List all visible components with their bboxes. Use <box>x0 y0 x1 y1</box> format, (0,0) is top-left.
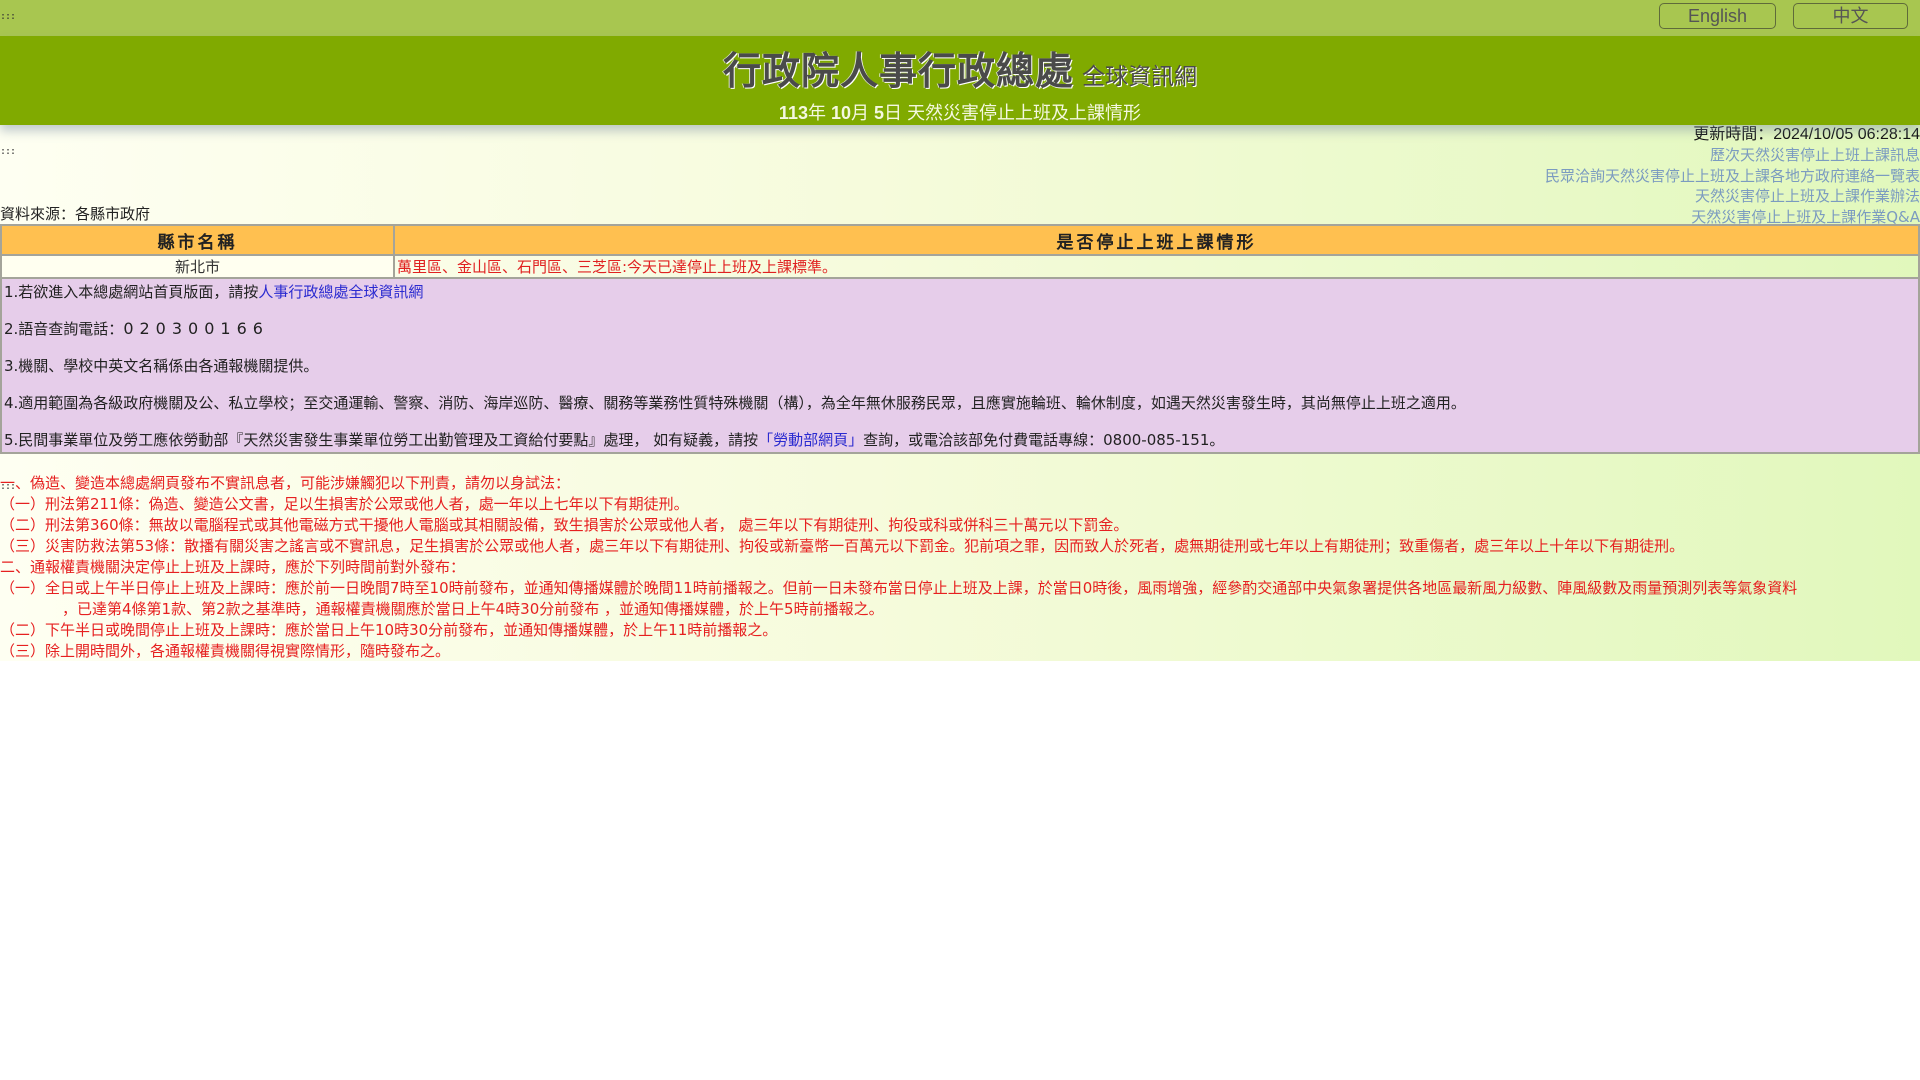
site-title[interactable]: 行政院人事行政總處 全球資訊網 <box>0 40 1920 95</box>
date-caption: 天然災害停止上班及上課情形 <box>907 103 1142 123</box>
note-5-text: 5.民間事業單位及勞工應依勞動部『天然災害發生事業單位勞工出勤管理及工資給付要點… <box>4 431 759 449</box>
notes-row: 1.若欲進入本總處網站首頁版面，請按人事行政總處全球資訊網 2.語音查詢電話：0… <box>0 277 1920 454</box>
data-source: 資料來源：各縣市政府 <box>0 205 151 223</box>
voice-phone-number: 020300166 <box>123 319 269 338</box>
link-history[interactable]: 歷次天然災害停止上班上課訊息 <box>1545 145 1920 166</box>
site-title-main: 行政院人事行政總處 <box>722 49 1074 93</box>
page-title: 113年 10月 5日 天然災害停止上班及上課情形 <box>0 99 1920 125</box>
date-month: 10 <box>830 103 852 123</box>
link-contact-list[interactable]: 民眾洽詢天然災害停止上班及上課各地方政府連絡一覽表 <box>1545 166 1920 187</box>
notes-cell: 1.若欲進入本總處網站首頁版面，請按人事行政總處全球資訊網 2.語音查詢電話：0… <box>0 277 1920 454</box>
note-1-text: 1.若欲進入本總處網站首頁版面，請按 <box>4 283 259 301</box>
note-2-text: 2.語音查詢電話： <box>4 320 124 338</box>
table-header-row: 縣市名稱 是否停止上班上課情形 <box>0 224 1920 256</box>
note-3: 3.機關、學校中英文名稱係由各通報機關提供。 <box>4 357 319 375</box>
note-2: 2.語音查詢電話：020300166 <box>4 319 1916 356</box>
site-title-sub: 全球資訊網 <box>1082 64 1197 90</box>
dgpa-home-link[interactable]: 人事行政總處全球資訊網 <box>258 283 423 301</box>
chinese-button[interactable]: 中文 <box>1793 3 1908 29</box>
warning-2-item-1: （一）全日或上午半日停止上班及上課時：應於前一日晚間7時至10時前發布，並通知傳… <box>0 579 1798 597</box>
status-cell: 萬里區、金山區、石門區、三芝區:今天已達停止上班及上課標準。 <box>393 254 1920 279</box>
legal-warnings: 一、偽造、變造本總處網頁發布不實訊息者，可能涉嫌觸犯以下刑責，請勿以身試法： （… <box>0 473 1797 662</box>
warning-2-item-3: （三）除上開時間外，各通報權責機關得視實際情形，隨時發布之。 <box>0 642 451 660</box>
note-5: 5.民間事業單位及勞工應依勞動部『天然災害發生事業單位勞工出勤管理及工資給付要點… <box>4 430 1916 450</box>
note-1: 1.若欲進入本總處網站首頁版面，請按人事行政總處全球資訊網 <box>4 282 1916 319</box>
main-content: ::: 更新時間：2024/10/05 06:28:14 歷次天然災害停止上班上… <box>0 125 1920 661</box>
mol-link[interactable]: 「勞動部網頁」 <box>758 431 863 449</box>
warning-1-item: （一）刑法第211條：偽造、變造公文書，足以生損害於公眾或他人者，處一年以上七年… <box>0 495 689 513</box>
related-links: 歷次天然災害停止上班上課訊息 民眾洽詢天然災害停止上班及上課各地方政府連絡一覽表… <box>1545 145 1920 227</box>
warning-2-item-2: （二）下午半日或晚間停止上班及上課時：應於當日上午10時30分前發布，並通知傳播… <box>0 621 778 639</box>
column-header-status: 是否停止上班上課情形 <box>393 224 1920 256</box>
warning-2-title: 二、通報權責機關決定停止上班及上課時，應於下列時間前對外發布： <box>0 558 466 576</box>
city-cell: 新北市 <box>0 254 395 279</box>
english-button[interactable]: English <box>1659 3 1776 29</box>
table-row: 新北市 萬里區、金山區、石門區、三芝區:今天已達停止上班及上課標準。 <box>0 254 1920 279</box>
site-header: 行政院人事行政總處 全球資訊網 113年 10月 5日 天然災害停止上班及上課情形 <box>0 36 1920 125</box>
warning-1-item: （三）災害防救法第53條：散播有關災害之謠言或不實訊息，足生損害於公眾或他人者，… <box>0 537 1685 555</box>
date-day: 5 <box>874 103 885 123</box>
date-year-unit: 年 <box>807 103 826 123</box>
date-day-unit: 日 <box>884 103 903 123</box>
note-4: 4.適用範圍為各級政府機關及公、私立學校；至交通運輸、警察、消防、海岸巡防、醫療… <box>4 394 1466 412</box>
link-regulations[interactable]: 天然災害停止上班及上課作業辦法 <box>1545 186 1920 207</box>
column-header-city: 縣市名稱 <box>0 224 395 256</box>
note-5-suffix: 查詢，或電洽該部免付費電話專線：0800-085-151。 <box>863 431 1225 449</box>
date-month-unit: 月 <box>851 103 870 123</box>
update-time: 更新時間：2024/10/05 06:28:14 <box>1693 126 1920 143</box>
accesskey-top[interactable]: ::: <box>0 12 16 22</box>
warning-1-item: （二）刑法第360條：無故以電腦程式或其他電磁方式干擾他人電腦或其相關設備，致生… <box>0 516 1129 534</box>
date-year: 113 <box>778 103 808 123</box>
status-table: 縣市名稱 是否停止上班上課情形 新北市 萬里區、金山區、石門區、三芝區:今天已達… <box>0 224 1920 454</box>
top-bar: ::: English 中文 <box>0 0 1920 36</box>
accesskey-content[interactable]: ::: <box>0 147 16 157</box>
warning-2-item-1-cont: ，已達第4條第1款、第2款之基準時，通報權責機關應於當日上午4時30分前發布 ，… <box>62 600 884 618</box>
accesskey-footer[interactable]: ::: <box>0 482 16 492</box>
warning-1-title: 一、偽造、變造本總處網頁發布不實訊息者，可能涉嫌觸犯以下刑責，請勿以身試法： <box>0 474 571 492</box>
